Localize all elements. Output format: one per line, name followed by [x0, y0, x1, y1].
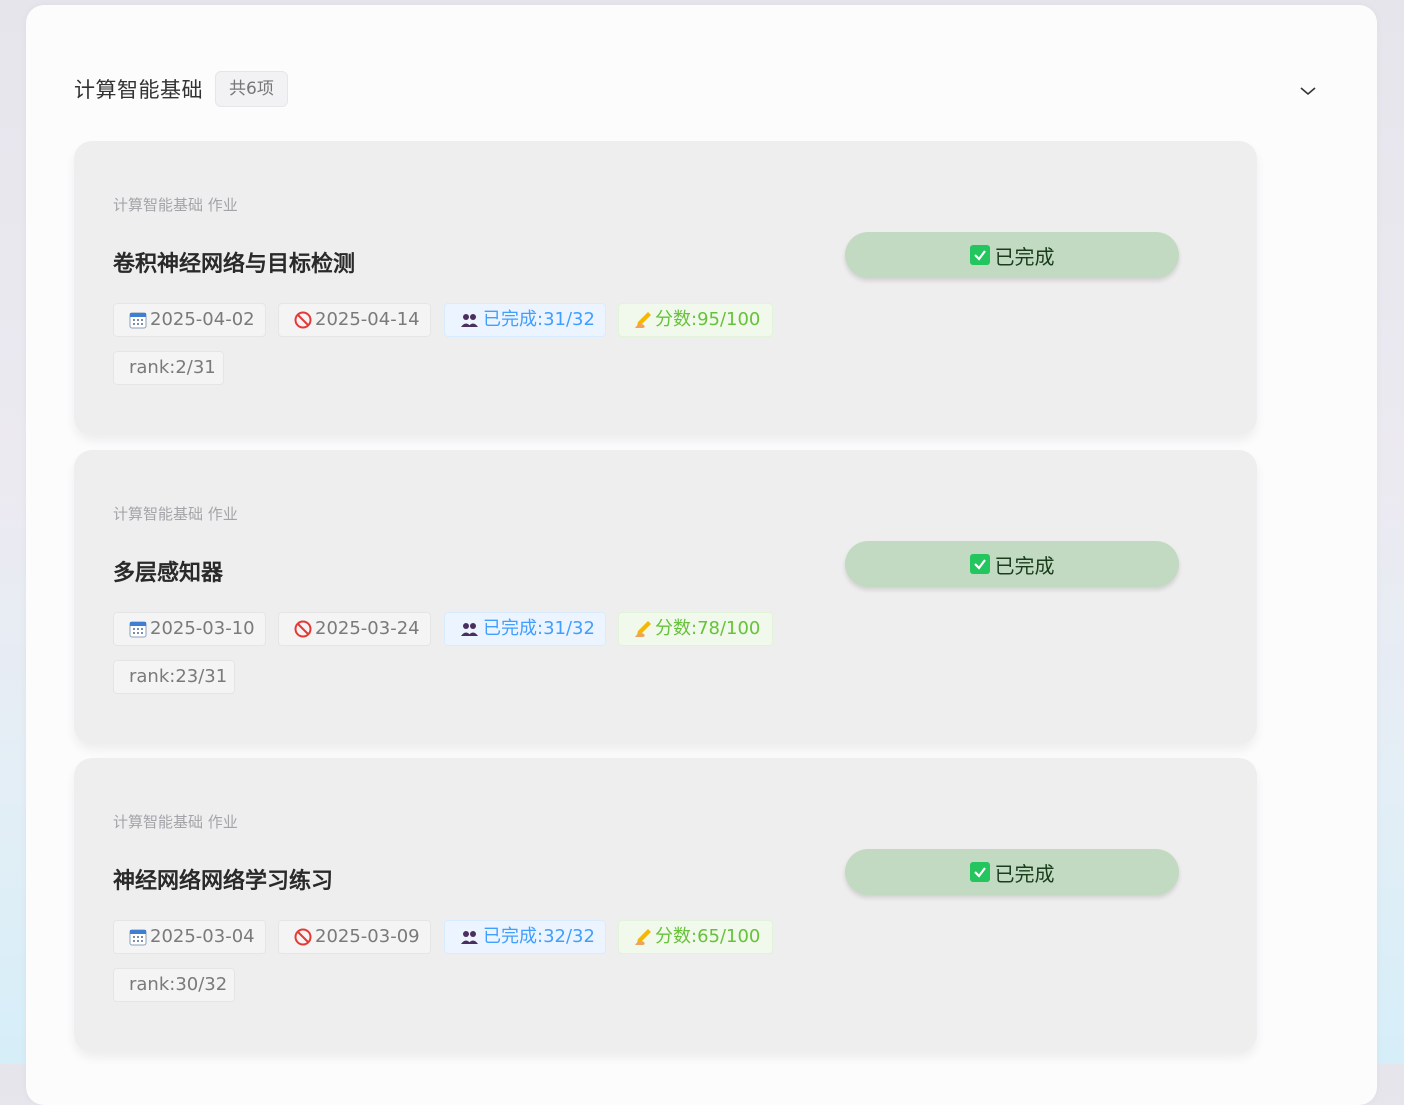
completion-tag: 已完成:31/32: [444, 303, 606, 337]
score-tag: 分数:95/100: [618, 303, 773, 337]
due-date-text: 2025-03-09: [315, 926, 420, 947]
prohibited-icon: [294, 311, 312, 329]
start-date-tag: 2025-03-04: [113, 920, 266, 954]
people-icon: [460, 929, 480, 945]
rank-tag: rank:23/31: [113, 660, 235, 694]
completion-text: 已完成:31/32: [483, 618, 595, 639]
card-course-label: 计算智能基础 作业: [113, 813, 238, 831]
status-button[interactable]: 已完成: [845, 232, 1179, 278]
writing-hand-icon: [634, 311, 652, 329]
rank-text: rank:30/32: [129, 974, 228, 995]
status-button[interactable]: 已完成: [845, 849, 1179, 895]
calendar-icon: [129, 620, 147, 638]
prohibited-icon: [294, 928, 312, 946]
due-date-tag: 2025-04-14: [278, 303, 431, 337]
start-date-tag: 2025-03-10: [113, 612, 266, 646]
due-date-text: 2025-04-14: [315, 309, 420, 330]
start-date-tag: 2025-04-02: [113, 303, 266, 337]
card-title: 多层感知器: [113, 561, 224, 586]
start-date-text: 2025-03-04: [150, 926, 255, 947]
section-title: 计算智能基础: [74, 78, 203, 102]
count-badge: 共6项: [215, 71, 288, 107]
completion-text: 已完成:31/32: [483, 309, 595, 330]
card-course-label: 计算智能基础 作业: [113, 505, 238, 523]
due-date-tag: 2025-03-09: [278, 920, 431, 954]
assignment-card[interactable]: 计算智能基础 作业 神经网络网络学习练习 2025-03-04 2025-03-…: [74, 758, 1257, 1052]
people-icon: [460, 621, 480, 637]
score-text: 分数:95/100: [655, 309, 761, 330]
card-course-label: 计算智能基础 作业: [113, 196, 238, 214]
writing-hand-icon: [634, 928, 652, 946]
calendar-icon: [129, 311, 147, 329]
assignment-card[interactable]: 计算智能基础 作业 卷积神经网络与目标检测 2025-04-02 2025-04…: [74, 141, 1257, 435]
status-button[interactable]: 已完成: [845, 541, 1179, 587]
section-header: 计算智能基础 共6项: [74, 71, 288, 107]
completion-tag: 已完成:32/32: [444, 920, 606, 954]
calendar-icon: [129, 928, 147, 946]
rank-tag: rank:2/31: [113, 351, 224, 385]
completion-tag: 已完成:31/32: [444, 612, 606, 646]
check-box-icon: [969, 862, 990, 882]
score-text: 分数:65/100: [655, 926, 761, 947]
start-date-text: 2025-03-10: [150, 618, 255, 639]
prohibited-icon: [294, 620, 312, 638]
check-box-icon: [969, 245, 990, 265]
score-text: 分数:78/100: [655, 618, 761, 639]
rank-text: rank:2/31: [129, 357, 216, 378]
start-date-text: 2025-04-02: [150, 309, 255, 330]
status-text: 已完成: [994, 861, 1055, 886]
card-title: 卷积神经网络与目标检测: [113, 252, 356, 277]
completion-text: 已完成:32/32: [483, 926, 595, 947]
due-date-tag: 2025-03-24: [278, 612, 431, 646]
score-tag: 分数:65/100: [618, 920, 773, 954]
rank-text: rank:23/31: [129, 666, 228, 687]
people-icon: [460, 312, 480, 328]
assignment-card[interactable]: 计算智能基础 作业 多层感知器 2025-03-10 2025-03-24 已完…: [74, 450, 1257, 744]
writing-hand-icon: [634, 620, 652, 638]
status-text: 已完成: [994, 244, 1055, 269]
due-date-text: 2025-03-24: [315, 618, 420, 639]
check-box-icon: [969, 554, 990, 574]
score-tag: 分数:78/100: [618, 612, 773, 646]
status-text: 已完成: [994, 553, 1055, 578]
card-title: 神经网络网络学习练习: [113, 869, 334, 894]
rank-tag: rank:30/32: [113, 968, 235, 1002]
assignment-panel: 计算智能基础 共6项 计算智能基础 作业 卷积神经网络与目标检测 2025-04…: [26, 5, 1377, 1105]
chevron-down-icon[interactable]: [1296, 79, 1320, 103]
